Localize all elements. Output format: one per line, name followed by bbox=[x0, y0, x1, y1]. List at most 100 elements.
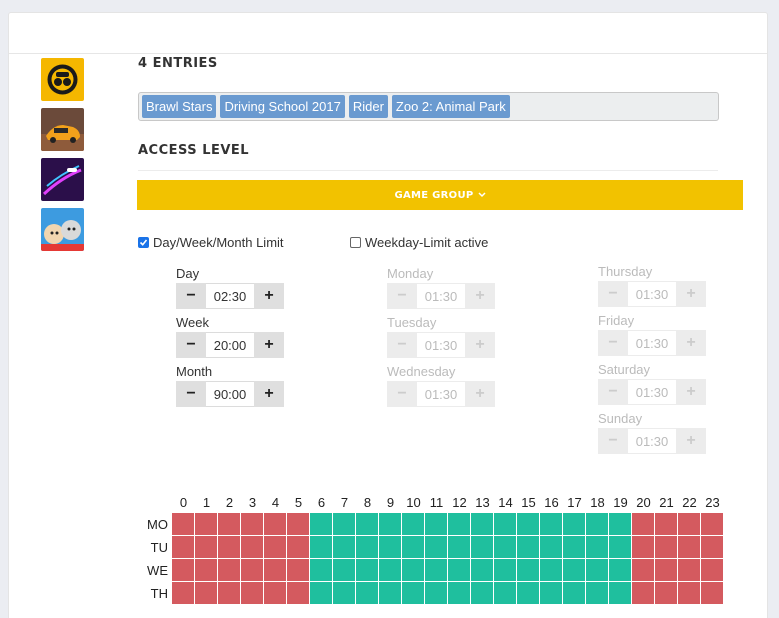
allowed-hour-cell[interactable] bbox=[563, 582, 586, 605]
game-group-dropdown[interactable]: GAME GROUP bbox=[137, 180, 743, 210]
app-tag[interactable]: Brawl Stars bbox=[142, 95, 217, 118]
allowed-hour-cell[interactable] bbox=[494, 513, 517, 536]
allowed-hour-cell[interactable] bbox=[379, 513, 402, 536]
blocked-hour-cell[interactable] bbox=[241, 536, 264, 559]
allowed-hour-cell[interactable] bbox=[356, 559, 379, 582]
blocked-hour-cell[interactable] bbox=[678, 559, 701, 582]
blocked-hour-cell[interactable] bbox=[632, 513, 655, 536]
day-value-input[interactable]: 02:30 bbox=[206, 283, 254, 309]
blocked-hour-cell[interactable] bbox=[241, 582, 264, 605]
blocked-hour-cell[interactable] bbox=[632, 559, 655, 582]
allowed-hour-cell[interactable] bbox=[425, 513, 448, 536]
blocked-hour-cell[interactable] bbox=[218, 559, 241, 582]
checkbox-unchecked-icon[interactable] bbox=[350, 237, 361, 248]
allowed-hour-cell[interactable] bbox=[517, 559, 540, 582]
allowed-hour-cell[interactable] bbox=[402, 559, 425, 582]
blocked-hour-cell[interactable] bbox=[678, 536, 701, 559]
allowed-hour-cell[interactable] bbox=[540, 536, 563, 559]
allowed-hour-cell[interactable] bbox=[448, 582, 471, 605]
allowed-hour-cell[interactable] bbox=[310, 559, 333, 582]
allowed-hour-cell[interactable] bbox=[586, 536, 609, 559]
blocked-hour-cell[interactable] bbox=[655, 582, 678, 605]
month-increment-button[interactable]: + bbox=[254, 381, 284, 407]
blocked-hour-cell[interactable] bbox=[655, 559, 678, 582]
allowed-hour-cell[interactable] bbox=[333, 559, 356, 582]
checkbox-checked-icon[interactable] bbox=[138, 237, 149, 248]
allowed-hour-cell[interactable] bbox=[540, 513, 563, 536]
allowed-hour-cell[interactable] bbox=[609, 582, 632, 605]
month-decrement-button[interactable]: − bbox=[176, 381, 206, 407]
blocked-hour-cell[interactable] bbox=[264, 513, 287, 536]
allowed-hour-cell[interactable] bbox=[494, 559, 517, 582]
blocked-hour-cell[interactable] bbox=[287, 536, 310, 559]
allowed-hour-cell[interactable] bbox=[540, 559, 563, 582]
allowed-hour-cell[interactable] bbox=[356, 513, 379, 536]
blocked-hour-cell[interactable] bbox=[172, 513, 195, 536]
blocked-hour-cell[interactable] bbox=[172, 559, 195, 582]
allowed-hour-cell[interactable] bbox=[379, 559, 402, 582]
blocked-hour-cell[interactable] bbox=[195, 536, 218, 559]
allowed-hour-cell[interactable] bbox=[517, 582, 540, 605]
allowed-hour-cell[interactable] bbox=[310, 582, 333, 605]
app-tag[interactable]: Rider bbox=[348, 95, 388, 118]
allowed-hour-cell[interactable] bbox=[333, 513, 356, 536]
weekday-limit-checkbox[interactable]: Weekday-Limit active bbox=[350, 235, 488, 250]
blocked-hour-cell[interactable] bbox=[172, 582, 195, 605]
allowed-hour-cell[interactable] bbox=[586, 559, 609, 582]
day-decrement-button[interactable]: − bbox=[176, 283, 206, 309]
blocked-hour-cell[interactable] bbox=[701, 513, 724, 536]
blocked-hour-cell[interactable] bbox=[264, 536, 287, 559]
app-tag[interactable]: Zoo 2: Animal Park bbox=[391, 95, 510, 118]
blocked-hour-cell[interactable] bbox=[632, 536, 655, 559]
allowed-hour-cell[interactable] bbox=[333, 536, 356, 559]
month-value-input[interactable]: 90:00 bbox=[206, 381, 254, 407]
day-increment-button[interactable]: + bbox=[254, 283, 284, 309]
blocked-hour-cell[interactable] bbox=[701, 559, 724, 582]
allowed-hour-cell[interactable] bbox=[609, 536, 632, 559]
allowed-hour-cell[interactable] bbox=[425, 582, 448, 605]
app-tag[interactable]: Driving School 2017 bbox=[220, 95, 345, 118]
blocked-hour-cell[interactable] bbox=[655, 536, 678, 559]
blocked-hour-cell[interactable] bbox=[172, 536, 195, 559]
allowed-hour-cell[interactable] bbox=[471, 582, 494, 605]
allowed-hour-cell[interactable] bbox=[586, 582, 609, 605]
allowed-hour-cell[interactable] bbox=[471, 513, 494, 536]
allowed-hour-cell[interactable] bbox=[517, 536, 540, 559]
selected-apps-field[interactable]: Brawl Stars Driving School 2017 Rider Zo… bbox=[138, 92, 719, 121]
blocked-hour-cell[interactable] bbox=[678, 513, 701, 536]
allowed-hour-cell[interactable] bbox=[402, 582, 425, 605]
blocked-hour-cell[interactable] bbox=[195, 513, 218, 536]
allowed-hour-cell[interactable] bbox=[494, 536, 517, 559]
allowed-hour-cell[interactable] bbox=[563, 559, 586, 582]
blocked-hour-cell[interactable] bbox=[218, 536, 241, 559]
allowed-hour-cell[interactable] bbox=[540, 582, 563, 605]
blocked-hour-cell[interactable] bbox=[701, 536, 724, 559]
allowed-hour-cell[interactable] bbox=[310, 536, 333, 559]
blocked-hour-cell[interactable] bbox=[287, 513, 310, 536]
allowed-hour-cell[interactable] bbox=[563, 536, 586, 559]
allowed-hour-cell[interactable] bbox=[517, 513, 540, 536]
allowed-hour-cell[interactable] bbox=[563, 513, 586, 536]
allowed-hour-cell[interactable] bbox=[379, 582, 402, 605]
blocked-hour-cell[interactable] bbox=[287, 559, 310, 582]
allowed-hour-cell[interactable] bbox=[425, 559, 448, 582]
allowed-hour-cell[interactable] bbox=[356, 582, 379, 605]
allowed-hour-cell[interactable] bbox=[471, 559, 494, 582]
allowed-hour-cell[interactable] bbox=[471, 536, 494, 559]
allowed-hour-cell[interactable] bbox=[609, 559, 632, 582]
allowed-hour-cell[interactable] bbox=[402, 536, 425, 559]
allowed-hour-cell[interactable] bbox=[448, 559, 471, 582]
allowed-hour-cell[interactable] bbox=[425, 536, 448, 559]
blocked-hour-cell[interactable] bbox=[264, 559, 287, 582]
blocked-hour-cell[interactable] bbox=[218, 513, 241, 536]
allowed-hour-cell[interactable] bbox=[448, 513, 471, 536]
allowed-hour-cell[interactable] bbox=[356, 536, 379, 559]
allowed-hour-cell[interactable] bbox=[379, 536, 402, 559]
week-increment-button[interactable]: + bbox=[254, 332, 284, 358]
allowed-hour-cell[interactable] bbox=[609, 513, 632, 536]
allowed-hour-cell[interactable] bbox=[333, 582, 356, 605]
week-decrement-button[interactable]: − bbox=[176, 332, 206, 358]
blocked-hour-cell[interactable] bbox=[632, 582, 655, 605]
blocked-hour-cell[interactable] bbox=[264, 582, 287, 605]
blocked-hour-cell[interactable] bbox=[241, 513, 264, 536]
